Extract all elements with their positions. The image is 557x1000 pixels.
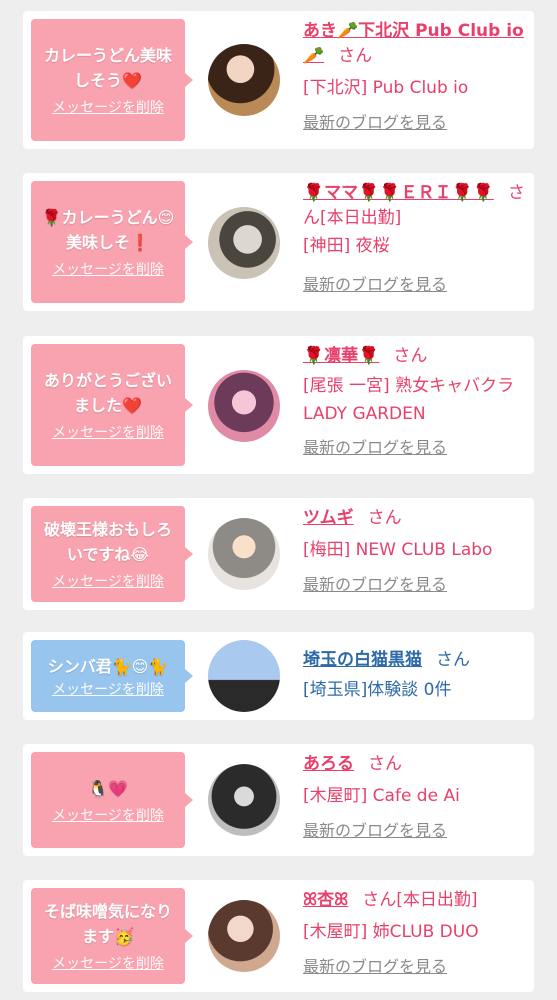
- user-info: 🌹凛華🌹 さん [尾張 一宮] 熟女キャバクラ LADY GARDEN 最新のブロ…: [303, 344, 529, 461]
- honorific: さん: [368, 754, 402, 774]
- avatar[interactable]: [208, 518, 280, 590]
- message-card: 🐧💗 メッセージを削除 あろる さん [木屋町] Cafe de Ai 最新のブロ…: [23, 744, 534, 856]
- message-bubble: シンバ君🐈😊🐈 メッセージを削除: [31, 640, 193, 712]
- message-bubble: ありがとうございました❤️ メッセージを削除: [31, 344, 193, 466]
- user-name-link[interactable]: 🌹ママ🌹🌹ＥＲＩ🌹🌹: [303, 183, 494, 203]
- user-name-link[interactable]: 🌹凛華🌹: [303, 346, 379, 366]
- user-info: 埼玉の白猫黒猫 さん [埼玉県]体験談 0件: [303, 648, 529, 703]
- shop-name: [木屋町] 姉CLUB DUO: [303, 922, 479, 942]
- honorific: さん: [436, 650, 470, 670]
- message-text: 破壊王様おもしろいですね😂: [43, 520, 172, 564]
- on-duty-badge: [本日出勤]: [396, 890, 478, 910]
- message-bubble: そば味噌気になります🥳 メッセージを削除: [31, 888, 193, 984]
- on-duty-badge: [本日出勤]: [320, 208, 402, 228]
- shop-name: [木屋町] Cafe de Ai: [303, 786, 460, 806]
- message-card: 破壊王様おもしろいですね😂 メッセージを削除 ツムギ さん [梅田] NEW CL…: [23, 498, 534, 610]
- avatar[interactable]: [208, 207, 280, 279]
- latest-blog-link[interactable]: 最新のブログを見る: [303, 575, 447, 594]
- delete-message-link[interactable]: メッセージを削除: [52, 99, 164, 117]
- message-bubble: カレーうどん美味しそう❤️ メッセージを削除: [31, 19, 193, 141]
- latest-blog-link[interactable]: 最新のブログを見る: [303, 113, 447, 132]
- delete-message-link[interactable]: メッセージを削除: [52, 807, 164, 825]
- user-info: ツムギ さん [梅田] NEW CLUB Labo 最新のブログを見る: [303, 506, 529, 598]
- shop-name: [梅田] NEW CLUB Labo: [303, 540, 493, 560]
- message-text: そば味噌気になります🥳: [43, 902, 172, 946]
- avatar[interactable]: [208, 764, 280, 836]
- user-name-link[interactable]: あろる: [303, 754, 354, 774]
- shop-name: [下北沢] Pub Club io: [303, 78, 469, 98]
- latest-blog-link[interactable]: 最新のブログを見る: [303, 438, 447, 457]
- user-name-link[interactable]: あき🥕下北沢 Pub Club io🥕: [303, 21, 524, 66]
- message-bubble: 🌹カレーうどん😊美味しそ❗ メッセージを削除: [31, 181, 193, 303]
- avatar[interactable]: [208, 900, 280, 972]
- honorific: さん: [393, 346, 428, 366]
- message-card: そば味噌気になります🥳 メッセージを削除 ꕤ杏ꕤ さん[本日出勤] [木屋町] 姉…: [23, 880, 534, 992]
- message-text: シンバ君🐈😊🐈: [47, 656, 169, 676]
- message-text: 🌹カレーうどん😊美味しそ❗: [41, 208, 175, 252]
- user-info: あき🥕下北沢 Pub Club io🥕 さん [下北沢] Pub Club io …: [303, 19, 529, 136]
- message-text: ありがとうございました❤️: [43, 371, 172, 415]
- user-name-link[interactable]: 埼玉の白猫黒猫: [303, 650, 422, 670]
- message-text: カレーうどん美味しそう❤️: [43, 46, 172, 90]
- avatar[interactable]: [208, 640, 280, 712]
- shop-name: [埼玉県]体験談 0件: [303, 680, 452, 700]
- user-info: あろる さん [木屋町] Cafe de Ai 最新のブログを見る: [303, 752, 529, 844]
- latest-blog-link[interactable]: 最新のブログを見る: [303, 957, 447, 976]
- message-text: 🐧💗: [88, 778, 128, 798]
- latest-blog-link[interactable]: 最新のブログを見る: [303, 275, 447, 294]
- delete-message-link[interactable]: メッセージを削除: [52, 424, 164, 442]
- delete-message-link[interactable]: メッセージを削除: [52, 955, 164, 973]
- shop-name: [尾張 一宮] 熟女キャバクラ LADY GARDEN: [303, 376, 515, 424]
- message-card: カレーうどん美味しそう❤️ メッセージを削除 あき🥕下北沢 Pub Club i…: [23, 11, 534, 149]
- shop-name: [神田] 夜桜: [303, 236, 390, 256]
- delete-message-link[interactable]: メッセージを削除: [52, 261, 164, 279]
- honorific: さん: [367, 508, 402, 528]
- latest-blog-link[interactable]: 最新のブログを見る: [303, 821, 447, 840]
- message-card: ありがとうございました❤️ メッセージを削除 🌹凛華🌹 さん [尾張 一宮] 熟女…: [23, 336, 534, 474]
- honorific: さん: [362, 890, 397, 910]
- message-bubble: 🐧💗 メッセージを削除: [31, 752, 193, 848]
- avatar[interactable]: [208, 44, 280, 116]
- message-bubble: 破壊王様おもしろいですね😂 メッセージを削除: [31, 506, 193, 602]
- user-info: 🌹ママ🌹🌹ＥＲＩ🌹🌹 さん[本日出勤] [神田] 夜桜 最新のブログを見る: [303, 181, 529, 298]
- honorific: さん: [338, 46, 373, 66]
- user-name-link[interactable]: ツムギ: [303, 508, 354, 528]
- delete-message-link[interactable]: メッセージを削除: [52, 681, 164, 699]
- user-name-link[interactable]: ꕤ杏ꕤ: [303, 890, 348, 910]
- delete-message-link[interactable]: メッセージを削除: [52, 573, 164, 591]
- message-card: 🌹カレーうどん😊美味しそ❗ メッセージを削除 🌹ママ🌹🌹ＥＲＩ🌹🌹 さん[本日出勤…: [23, 173, 534, 311]
- message-card: シンバ君🐈😊🐈 メッセージを削除 埼玉の白猫黒猫 さん [埼玉県]体験談 0件: [23, 632, 534, 720]
- avatar[interactable]: [208, 370, 280, 442]
- user-info: ꕤ杏ꕤ さん[本日出勤] [木屋町] 姉CLUB DUO 最新のブログを見る: [303, 888, 529, 980]
